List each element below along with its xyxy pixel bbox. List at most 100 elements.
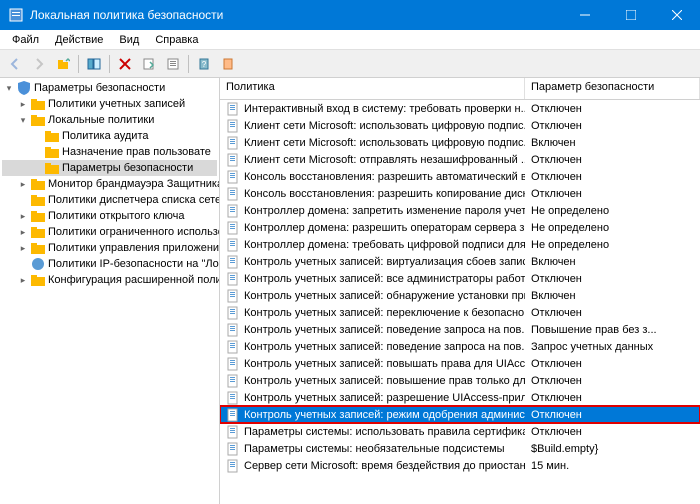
tree-firewall[interactable]: ▸ Монитор брандмауэра Защитника W <box>2 176 217 192</box>
policy-icon <box>226 323 240 337</box>
delete-button[interactable] <box>114 53 136 75</box>
list-row[interactable]: Параметры системы: использовать правила … <box>220 423 700 440</box>
tree-advanced-audit[interactable]: ▸ Конфигурация расширенной полит <box>2 272 217 288</box>
list-row[interactable]: Контроль учетных записей: поведение запр… <box>220 321 700 338</box>
policy-icon <box>226 391 240 405</box>
chevron-right-icon[interactable]: ▸ <box>16 209 30 223</box>
list-row[interactable]: Контроль учетных записей: обнаружение ус… <box>220 287 700 304</box>
policy-name-cell: Контроль учетных записей: повышение прав… <box>220 374 525 388</box>
svg-text:?: ? <box>202 60 207 69</box>
menu-file[interactable]: Файл <box>4 32 47 48</box>
policy-icon <box>226 272 240 286</box>
list-row[interactable]: Контроллер домена: требовать цифровой по… <box>220 236 700 253</box>
policy-name-cell: Контроль учетных записей: режим одобрени… <box>220 408 525 422</box>
column-header-policy[interactable]: Политика <box>220 78 525 99</box>
folder-icon <box>44 128 60 144</box>
up-button[interactable] <box>52 53 74 75</box>
show-hide-tree-button[interactable] <box>83 53 105 75</box>
folder-icon <box>44 160 60 176</box>
maximize-button[interactable] <box>608 0 654 30</box>
list-row[interactable]: Контроль учетных записей: переключение к… <box>220 304 700 321</box>
policy-icon <box>226 170 240 184</box>
policy-value-cell: 15 мин. <box>525 460 700 472</box>
menu-action[interactable]: Действие <box>47 32 111 48</box>
list-row[interactable]: Консоль восстановления: разрешить копиро… <box>220 185 700 202</box>
tree-root[interactable]: ▾ Параметры безопасности <box>2 80 217 96</box>
policy-value-cell: Включен <box>525 256 700 268</box>
list-row[interactable]: Контроль учетных записей: повышение прав… <box>220 372 700 389</box>
tree-account-policies[interactable]: ▸ Политики учетных записей <box>2 96 217 112</box>
folder-icon <box>30 224 46 240</box>
policy-value-cell: $Build.empty} <box>525 443 700 455</box>
policy-value-cell: Запрос учетных данных <box>525 341 700 353</box>
policy-name-cell: Контроль учетных записей: виртуализация … <box>220 255 525 269</box>
policy-value-cell: Отключен <box>525 171 700 183</box>
refresh-button[interactable]: ? <box>193 53 215 75</box>
list-row[interactable]: Контроль учетных записей: виртуализация … <box>220 253 700 270</box>
tree-audit-policy[interactable]: Политика аудита <box>2 128 217 144</box>
policy-icon <box>226 136 240 150</box>
chevron-down-icon[interactable]: ▾ <box>2 81 16 95</box>
chevron-right-icon[interactable]: ▸ <box>16 97 30 111</box>
menu-help[interactable]: Справка <box>147 32 206 48</box>
list-row[interactable]: Контроль учетных записей: разрешение UIA… <box>220 389 700 406</box>
tree-network-list[interactable]: Политики диспетчера списка сетей <box>2 192 217 208</box>
policy-value-cell: Не определено <box>525 205 700 217</box>
tree-panel[interactable]: ▾ Параметры безопасности ▸ Политики учет… <box>0 78 220 504</box>
list-row[interactable]: Сервер сети Microsoft: время бездействия… <box>220 457 700 474</box>
policy-name-cell: Параметры системы: использовать правила … <box>220 425 525 439</box>
tree-public-key[interactable]: ▸ Политики открытого ключа <box>2 208 217 224</box>
toolbar-separator <box>109 55 110 73</box>
policy-name-cell: Контроль учетных записей: переключение к… <box>220 306 525 320</box>
list-row[interactable]: Клиент сети Microsoft: использовать цифр… <box>220 117 700 134</box>
chevron-right-icon[interactable]: ▸ <box>16 225 30 239</box>
list-panel[interactable]: Политика Параметр безопасности Интеракти… <box>220 78 700 504</box>
policy-value-cell: Отключен <box>525 392 700 404</box>
tree-ip-security[interactable]: Политики IP-безопасности на "Лок <box>2 256 217 272</box>
chevron-right-icon[interactable]: ▸ <box>16 177 30 191</box>
list-row[interactable]: Контроллер домена: запретить изменение п… <box>220 202 700 219</box>
export-button[interactable] <box>138 53 160 75</box>
tree-local-policies[interactable]: ▾ Локальные политики <box>2 112 217 128</box>
help-button[interactable] <box>217 53 239 75</box>
list-row[interactable]: Клиент сети Microsoft: использовать цифр… <box>220 134 700 151</box>
chevron-right-icon[interactable]: ▸ <box>16 241 30 255</box>
list-header: Политика Параметр безопасности <box>220 78 700 100</box>
policy-icon <box>226 221 240 235</box>
policy-name-cell: Контроль учетных записей: поведение запр… <box>220 323 525 337</box>
policy-value-cell: Отключен <box>525 358 700 370</box>
list-row[interactable]: Клиент сети Microsoft: отправлять незаши… <box>220 151 700 168</box>
minimize-button[interactable] <box>562 0 608 30</box>
properties-button[interactable] <box>162 53 184 75</box>
list-row[interactable]: Контроллер домена: разрешить операторам … <box>220 219 700 236</box>
policy-name-cell: Контроль учетных записей: все администра… <box>220 272 525 286</box>
list-row[interactable]: Контроль учетных записей: все администра… <box>220 270 700 287</box>
chevron-right-icon[interactable]: ▸ <box>16 273 30 287</box>
policy-icon <box>226 459 240 473</box>
list-row[interactable]: Консоль восстановления: разрешить автома… <box>220 168 700 185</box>
menubar: Файл Действие Вид Справка <box>0 30 700 50</box>
tree-security-options[interactable]: Параметры безопасности <box>2 160 217 176</box>
policy-icon <box>226 153 240 167</box>
list-row[interactable]: Контроль учетных записей: повышать права… <box>220 355 700 372</box>
tree-restricted-software[interactable]: ▸ Политики ограниченного использов <box>2 224 217 240</box>
policy-value-cell: Отключен <box>525 409 700 421</box>
policy-icon <box>226 187 240 201</box>
tree-user-rights[interactable]: Назначение прав пользовате <box>2 144 217 160</box>
menu-view[interactable]: Вид <box>111 32 147 48</box>
list-row[interactable]: Интерактивный вход в систему: требовать … <box>220 100 700 117</box>
folder-icon <box>30 272 46 288</box>
policy-name-cell: Контроль учетных записей: повышать права… <box>220 357 525 371</box>
list-row[interactable]: Контроль учетных записей: режим одобрени… <box>220 406 700 423</box>
column-header-value[interactable]: Параметр безопасности <box>525 78 700 99</box>
toolbar-separator <box>188 55 189 73</box>
policy-name-cell: Контроль учетных записей: обнаружение ус… <box>220 289 525 303</box>
list-row[interactable]: Параметры системы: необязательные подсис… <box>220 440 700 457</box>
toolbar: ? <box>0 50 700 78</box>
policy-icon <box>226 357 240 371</box>
chevron-down-icon[interactable]: ▾ <box>16 113 30 127</box>
tree-app-control[interactable]: ▸ Политики управления приложение <box>2 240 217 256</box>
close-button[interactable] <box>654 0 700 30</box>
list-row[interactable]: Контроль учетных записей: поведение запр… <box>220 338 700 355</box>
policy-icon <box>226 374 240 388</box>
